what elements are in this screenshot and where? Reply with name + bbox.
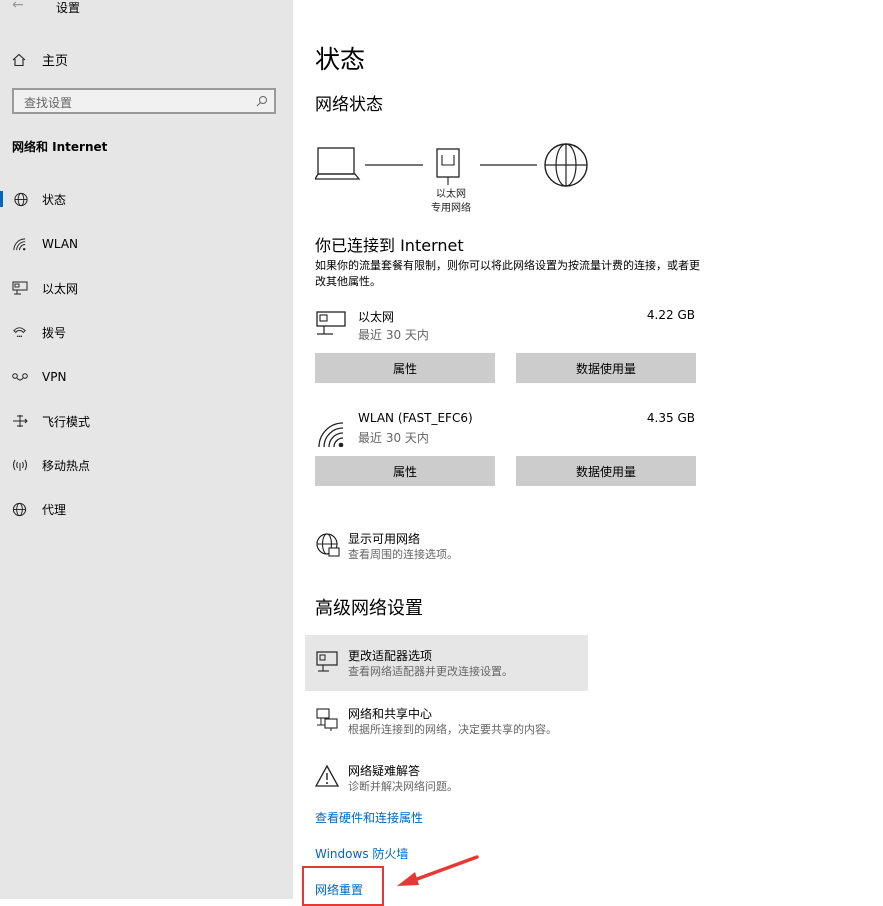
app-title: 设置 <box>56 1 81 15</box>
sidebar-item-label: 拨号 <box>42 325 67 340</box>
network-caption: 以太网 专用网络 <box>421 188 481 216</box>
connection-usage: 4.35 GB <box>646 411 695 425</box>
sidebar-item-vpn[interactable]: VPN <box>0 363 293 391</box>
search-input[interactable]: 查找设置 <box>12 88 276 114</box>
globe-icon <box>14 192 28 207</box>
connection-ethernet: 以太网 最近 30 天内 4.22 GB <box>315 308 695 348</box>
warning-icon <box>315 764 340 787</box>
internet-globe-icon <box>544 143 588 187</box>
sidebar-item-label: 飞行模式 <box>42 414 91 429</box>
link-title: 显示可用网络 <box>348 532 421 546</box>
link-title: 网络疑难解答 <box>348 764 421 778</box>
connected-title: 你已连接到 Internet <box>315 236 464 255</box>
sidebar-item-label: 状态 <box>42 192 67 207</box>
active-indicator <box>0 191 3 207</box>
ethernet-icon <box>316 311 346 335</box>
link-title: 更改适配器选项 <box>348 649 433 663</box>
connection-name: WLAN (FAST_EFC6) <box>358 411 473 425</box>
change-adapter-options[interactable]: 更改适配器选项 查看网络适配器并更改连接设置。 <box>315 647 615 683</box>
laptop-icon <box>315 147 361 180</box>
ethernet-data-usage-button[interactable]: 数据使用量 <box>516 353 696 383</box>
connection-period: 最近 30 天内 <box>358 328 429 342</box>
sidebar-item-status[interactable]: 状态 <box>0 185 293 213</box>
main-content: 状态 网络状态 以太网 专用网络 你已连接到 Internet 如果你的流量套餐… <box>293 0 883 899</box>
network-diagram <box>315 143 588 187</box>
advanced-settings-title: 高级网络设置 <box>315 598 423 619</box>
vpn-icon <box>12 373 28 381</box>
ethernet-port-icon <box>436 148 460 185</box>
connected-desc: 如果你的流量套餐有限制，则你可以将此网络设置为按流量计费的连接，或者更改其他属性… <box>315 259 700 288</box>
hotspot-icon <box>13 459 27 471</box>
sidebar-item-airplane[interactable]: 飞行模式 <box>0 407 293 435</box>
wifi-icon <box>13 238 26 251</box>
sidebar-item-label: 代理 <box>42 502 67 517</box>
sidebar-section-title: 网络和 Internet <box>12 140 108 154</box>
sidebar-item-label: 以太网 <box>42 281 79 296</box>
hardware-properties-link[interactable]: 查看硬件和连接属性 <box>315 809 423 826</box>
wifi-icon <box>318 422 344 447</box>
network-sharing-center[interactable]: 网络和共享中心 根据所连接到的网络，决定要共享的内容。 <box>315 705 615 741</box>
page-title: 状态 <box>315 45 366 74</box>
annotation-arrow <box>397 855 479 886</box>
sidebar-item-hotspot[interactable]: 移动热点 <box>0 451 293 479</box>
sidebar-item-label: WLAN <box>42 237 79 251</box>
sharing-center-icon <box>316 708 338 731</box>
sidebar-home[interactable]: 主页 <box>12 50 68 69</box>
network-status-title: 网络状态 <box>315 95 383 115</box>
connection-usage: 4.22 GB <box>646 308 695 322</box>
sidebar-item-label: VPN <box>42 370 67 384</box>
airplane-icon <box>13 415 28 427</box>
connection-period: 最近 30 天内 <box>358 431 429 445</box>
globe-icon <box>12 502 27 517</box>
link-subtitle: 诊断并解决网络问题。 <box>348 780 458 793</box>
link-subtitle: 查看网络适配器并更改连接设置。 <box>348 665 513 678</box>
search-placeholder: 查找设置 <box>24 96 73 110</box>
globe-network-icon <box>316 533 340 557</box>
link-title: 网络和共享中心 <box>348 707 433 721</box>
sidebar-item-wlan[interactable]: WLAN <box>0 230 293 258</box>
sidebar: ← 设置 主页 查找设置 网络和 Internet 状态 WLAN 以太网 拨号… <box>0 0 293 899</box>
sidebar-item-proxy[interactable]: 代理 <box>0 495 293 523</box>
sidebar-home-label: 主页 <box>42 54 69 69</box>
network-type: 以太网 <box>436 189 466 200</box>
connection-wlan: WLAN (FAST_EFC6) 最近 30 天内 4.35 GB <box>315 411 695 451</box>
wlan-properties-button[interactable]: 属性 <box>315 456 495 486</box>
connection-name: 以太网 <box>358 310 395 324</box>
sidebar-item-label: 移动热点 <box>42 458 91 473</box>
back-arrow-icon[interactable]: ← <box>12 0 24 13</box>
sidebar-item-ethernet[interactable]: 以太网 <box>0 274 293 302</box>
link-subtitle: 查看周围的连接选项。 <box>348 548 458 561</box>
link-subtitle: 根据所连接到的网络，决定要共享的内容。 <box>348 723 557 736</box>
ethernet-properties-button[interactable]: 属性 <box>315 353 495 383</box>
home-icon <box>12 53 26 66</box>
sidebar-item-dialup[interactable]: 拨号 <box>0 318 293 346</box>
search-icon <box>256 96 267 107</box>
adapter-icon <box>316 651 338 672</box>
highlight-box <box>302 866 384 906</box>
wlan-data-usage-button[interactable]: 数据使用量 <box>516 456 696 486</box>
network-profile: 专用网络 <box>431 203 471 214</box>
network-troubleshooter[interactable]: 网络疑难解答 诊断并解决网络问题。 <box>315 762 615 798</box>
show-available-networks[interactable]: 显示可用网络 查看周围的连接选项。 <box>315 530 615 566</box>
ethernet-icon <box>12 281 28 295</box>
phone-icon <box>13 327 26 337</box>
